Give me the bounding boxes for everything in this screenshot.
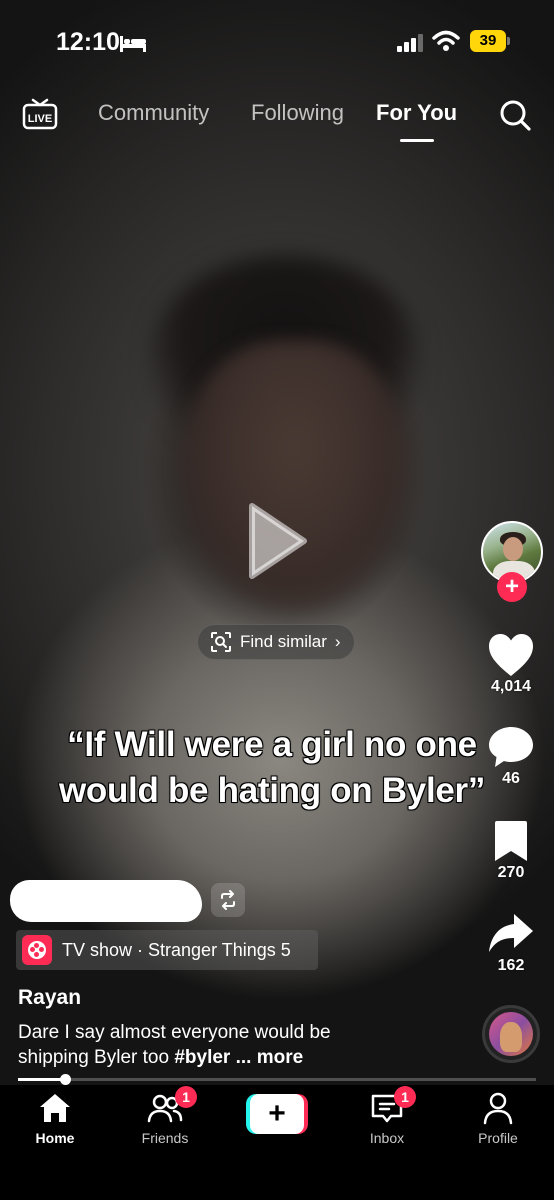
inbox-badge: 1	[394, 1086, 416, 1108]
comment-icon[interactable]	[486, 724, 536, 770]
nav-home-label: Home	[35, 1130, 75, 1146]
scan-search-icon	[211, 632, 231, 652]
tab-following[interactable]: Following	[251, 100, 344, 126]
bookmark-icon[interactable]	[486, 818, 536, 864]
cellular-signal-icon	[397, 34, 423, 52]
comment-count: 46	[502, 770, 520, 787]
home-icon	[40, 1094, 70, 1122]
film-reel-icon	[22, 935, 52, 965]
live-label: LIVE	[28, 113, 52, 125]
description-line-1: Dare I say almost everyone would be	[18, 1022, 331, 1043]
chevron-right-icon: ›	[334, 632, 341, 651]
video-progress-fill	[18, 1078, 65, 1081]
find-similar-label: Find similar	[240, 632, 327, 651]
tab-community[interactable]: Community	[98, 100, 209, 126]
status-time: 12:10	[56, 28, 120, 56]
active-tab-indicator	[400, 139, 434, 142]
follow-button[interactable]: +	[497, 572, 527, 602]
author-name[interactable]: Rayan	[18, 986, 81, 1010]
live-icon[interactable]: LIVE	[22, 96, 58, 132]
redacted-username	[10, 880, 202, 922]
music-disc[interactable]	[482, 1005, 540, 1063]
more-link[interactable]: ... more	[230, 1047, 304, 1068]
sleep-focus-icon	[120, 36, 146, 52]
video-progress-knob[interactable]	[60, 1074, 71, 1085]
video-progress-track[interactable]	[18, 1078, 536, 1081]
create-plus-icon: +	[250, 1094, 304, 1134]
nav-inbox[interactable]: Inbox	[342, 1090, 432, 1150]
search-icon[interactable]	[497, 97, 533, 133]
repost-icon	[221, 890, 235, 910]
share-count: 162	[497, 957, 525, 974]
nav-profile-label: Profile	[478, 1130, 518, 1146]
tv-show-anchor[interactable]: TV show · Stranger Things 5	[16, 930, 318, 970]
share-icon[interactable]	[486, 910, 536, 956]
nav-friends-label: Friends	[141, 1130, 189, 1146]
battery-level: 39	[470, 30, 506, 52]
hashtag-link[interactable]: #byler	[174, 1047, 230, 1068]
description-line-2: shipping Byler too #byler ... more	[18, 1045, 458, 1070]
nav-inbox-label: Inbox	[369, 1130, 405, 1146]
create-button[interactable]: +	[246, 1094, 308, 1134]
heart-icon[interactable]	[486, 632, 536, 678]
save-count: 270	[497, 864, 525, 881]
repost-button[interactable]	[211, 883, 245, 917]
description-line-2-text: shipping Byler too	[18, 1047, 175, 1068]
video-caption-overlay: “If Will were a girl no one would be hat…	[58, 725, 486, 810]
find-similar-button[interactable]: Find similar ›	[197, 624, 355, 660]
battery-indicator: 39	[470, 30, 510, 52]
play-icon[interactable]	[244, 500, 310, 582]
anchor-label: TV show · Stranger Things 5	[62, 939, 291, 960]
post-description: Dare I say almost everyone would be ship…	[18, 1020, 458, 1070]
friends-badge: 1	[175, 1086, 197, 1108]
nav-profile[interactable]: Profile	[453, 1090, 543, 1150]
tab-for-you[interactable]: For You	[376, 100, 457, 126]
profile-icon	[483, 1092, 513, 1125]
wifi-icon	[432, 30, 460, 51]
like-count: 4,014	[490, 678, 532, 695]
battery-tip	[507, 37, 510, 45]
nav-home[interactable]: Home	[10, 1090, 100, 1150]
